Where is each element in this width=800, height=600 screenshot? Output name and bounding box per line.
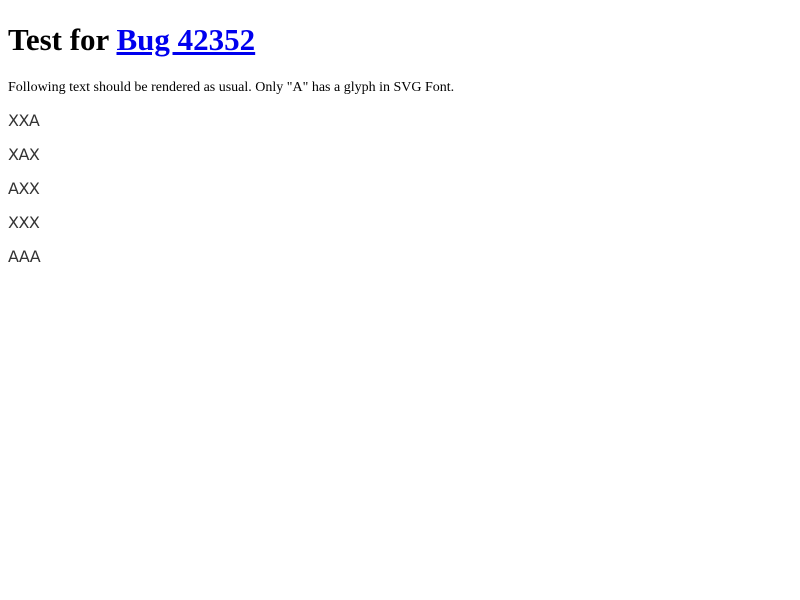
test-line-2: XAX <box>8 145 40 164</box>
page: Test for Bug 42352 Following text should… <box>0 0 800 600</box>
title-prefix: Test for <box>8 22 117 57</box>
test-line-1: XXA <box>8 111 40 130</box>
test-line-3: AXX <box>8 179 40 198</box>
page-title: Test for Bug 42352 <box>8 0 792 59</box>
description-text: Following text should be rendered as usu… <box>8 80 455 95</box>
bug-link[interactable]: Bug 42352 <box>117 22 256 57</box>
test-line-4: XXX <box>8 213 40 232</box>
test-line-5: AAA <box>8 247 41 266</box>
